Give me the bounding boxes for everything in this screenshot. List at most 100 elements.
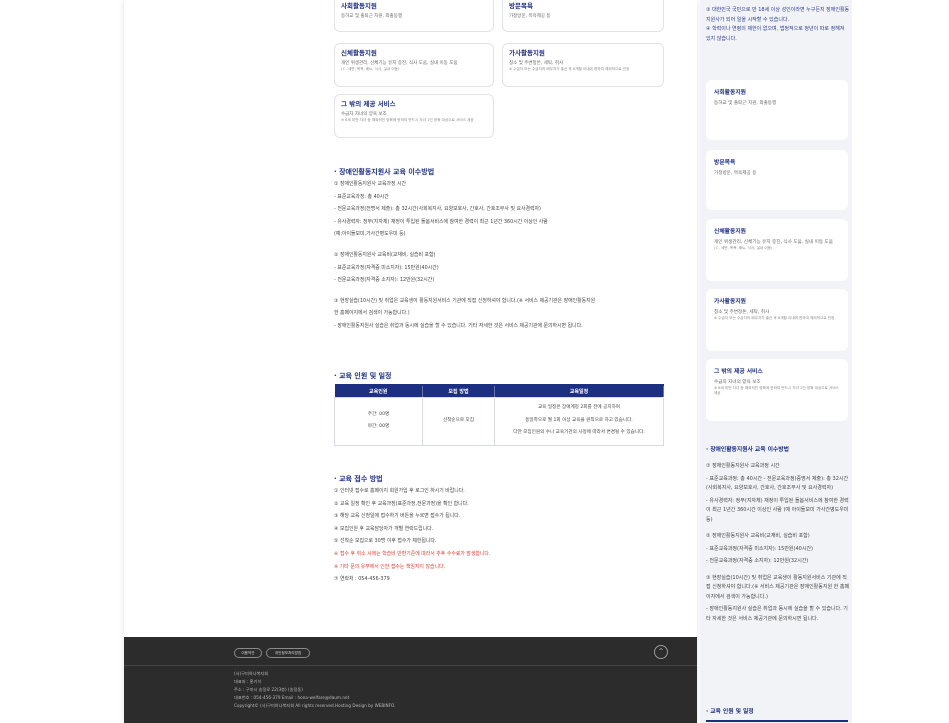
service-card-title: 사회활동지원 bbox=[341, 2, 377, 10]
list-item: (예:아이돌보미,가사간병도우미 등) bbox=[334, 231, 406, 238]
section-title-schedule: · 교육 인원 및 일정 bbox=[334, 372, 392, 380]
service-card-note: ※ 수급자 또는 수급자의 배우자가 출산 후 6개월 이내에 한하여 예외적으… bbox=[509, 67, 630, 71]
schedule-line: 교육 일정은 장애계정 2회를 전에 공지하며 bbox=[537, 405, 621, 411]
service-card-title: 방문목욕 bbox=[714, 160, 736, 166]
list-item: - 전문교육과정(전명서 제출): 총 32시간(사회복지사, 요양보호사, 간… bbox=[334, 206, 541, 213]
site-footer: 이용약관 개인정보처리방침 ^ (사)구미하나복지회 대표자 : 홍기석 주소 … bbox=[124, 637, 697, 723]
table-header: 교육인원 bbox=[334, 385, 423, 397]
service-card-other: 그 밖의 제공 서비스 수급자 자녀의 양육 보조 ※ 6세 미만 자녀 등 예… bbox=[334, 94, 494, 138]
service-card-bath: 방문목욕 가정방문, 목욕제공 등 bbox=[502, 0, 664, 32]
service-card-title: 그 밖의 제공 서비스 bbox=[714, 369, 763, 375]
footer-divider bbox=[124, 665, 697, 666]
table-header-row: 교육인원 모집 방법 교육일정 bbox=[334, 385, 664, 397]
list-item: 한 홈페이지에서 검색이 가능합니다.) bbox=[334, 310, 410, 317]
service-card-note: (ㄷ. 세면, 목욕, 배뇨, 식사, 실내 이동) bbox=[714, 246, 773, 250]
service-card-note: (ㄷ. 세면, 목욕, 배뇨, 식사, 실내 이동) bbox=[341, 67, 400, 71]
service-card-desc: 수급자 자녀의 양육 보조 bbox=[341, 112, 387, 117]
mobile-card-housework: 가사활동지원 청소 및 주변정돈, 세탁, 취사 ※ 수급자 또는 수급자의 배… bbox=[706, 289, 848, 351]
scroll-top-button[interactable]: ^ bbox=[654, 645, 668, 659]
service-card-desc: 수급자 자녀의 양육 보조 bbox=[714, 380, 761, 385]
mobile-intro-line: ④ 학력이나 연령의 제한이 없으며, 법정적으로 정년이 따로 정해져 있지 … bbox=[706, 26, 845, 42]
service-card-title: 신체활동지원 bbox=[714, 229, 746, 235]
list-item: - 표준교육과정: 총 40시간 bbox=[334, 193, 389, 200]
service-card-title: 그 밖의 제공 서비스 bbox=[341, 100, 396, 108]
list-item: - 전문교육과정(자격증 소지자): 12만원(32시간) bbox=[334, 277, 435, 284]
service-card-note: ※ 6세 미만 자녀 등 예외적인 양육에 한하여 반드시 자녀 1인 양육 대… bbox=[714, 386, 839, 395]
mobile-intro-line: ③ 대한민국 국민으로 만 18세 이상 성인이라면 누구든지 장애인활동 지원… bbox=[706, 7, 850, 23]
list-item: ⑥ 접수 후 취소 시에는 학습비 반환기준에 따라서 추후 수수료가 발생합니… bbox=[334, 550, 491, 557]
table-cell-method: 선착순으로 모집 bbox=[422, 396, 495, 446]
service-card-title: 가사활동지원 bbox=[509, 49, 545, 57]
mobile-card-bath: 방문목욕 가정방문, 목욕제공 등 bbox=[706, 150, 848, 210]
list-item: - 표준교육과정(자격증 미소지자): 15만원(40시간) bbox=[334, 264, 439, 271]
footer-address: 주소 : 구미시 송정로 22(3층) (송정동) bbox=[234, 687, 303, 692]
footer-org: (사)구미하나복지회 bbox=[234, 671, 269, 676]
service-card-desc: 개인 위생관리, 신체기능 유지 증진, 식사 도움, 실내 이동 도움 bbox=[714, 240, 833, 245]
service-card-desc: 청소 및 주변정돈, 세탁, 취사 bbox=[509, 61, 564, 66]
list-item: - 표준교육과정(자격증 미소지자): 15만원(40시간) bbox=[706, 545, 813, 552]
service-card-title: 가사활동지원 bbox=[714, 299, 746, 305]
privacy-policy-link[interactable]: 개인정보처리방침 bbox=[266, 648, 310, 658]
mobile-card-physical: 신체활동지원 개인 위생관리, 신체기능 유지 증진, 식사 도움, 실내 이동… bbox=[706, 219, 848, 281]
mobile-table-top-rule bbox=[706, 720, 848, 722]
service-card-desc: 청소 및 주변정돈, 세탁, 취사 bbox=[714, 310, 770, 315]
service-card-social: 사회활동지원 등하교 및 출퇴근 지원, 외출동행 bbox=[334, 0, 494, 32]
list-item: ② 장애인활동지원사 교육비(교재비, 실습비 포함) bbox=[334, 251, 436, 258]
table-header: 모집 방법 bbox=[422, 385, 495, 397]
list-item: - 유사경력자: 정부(지자체) 재정이 투입된 돌봄서비스에 참여한 경력이 … bbox=[334, 218, 548, 225]
list-item: ④ 모집인원 후 교육담당자가 개별 연락드립니다. bbox=[334, 525, 434, 532]
mobile-card-social: 사회활동지원 등하교 및 출퇴근 지원, 외출동행 bbox=[706, 80, 848, 140]
schedule-line: 동일학으로 월 1회 이상 교육을 원칙으로 하고 있습니다. bbox=[525, 417, 633, 423]
service-card-title: 사회활동지원 bbox=[714, 90, 746, 96]
list-item: ③ 현장실습(10시간) 및 취업은 교육생이 활동지원서비스 기관에 직접 신… bbox=[334, 297, 596, 304]
list-item: ① 인터넷 접수로 홈페이지 회원가입 후 로그인 하시기 바랍니다. bbox=[334, 488, 465, 494]
table-row: 주간: 00명 야간: 00명 선착순으로 모집 교육 일정은 장애계정 2회를… bbox=[334, 396, 664, 446]
mobile-section-title-schedule: · 교육 인원 및 일정 bbox=[706, 709, 754, 715]
chevron-up-icon: ^ bbox=[658, 648, 664, 655]
list-item: - 표준교육과정: 총 40시간 - 전문교육과정(증명서 제출): 총 32시… bbox=[706, 475, 849, 492]
list-item: - 유사경력자: 정부(지자체) 재정이 투입된 돌봄서비스에 참여한 경력이 … bbox=[706, 497, 849, 523]
list-item: - 장애인활동지원사 실습은 취업과 동시에 실습을 할 수 있습니다. 기타 … bbox=[334, 322, 583, 329]
service-card-desc: 등하교 및 출퇴근 지원, 외출동행 bbox=[341, 14, 402, 19]
mobile-intro: ③ 대한민국 국민으로 만 18세 이상 성인이라면 누구든지 장애인활동 지원… bbox=[706, 6, 850, 44]
service-card-physical: 신체활동지원 개인 위생관리, 신체기능 유지 증진, 식사 도움, 실내 이동… bbox=[334, 43, 494, 87]
table-cell-schedule: 교육 일정은 장애계정 2회를 전에 공지하며 동일학으로 월 1회 이상 교육… bbox=[494, 396, 664, 446]
capacity-day: 주간: 00명 bbox=[367, 412, 390, 417]
table-header: 교육일정 bbox=[494, 385, 664, 397]
mobile-card-other: 그 밖의 제공 서비스 수급자 자녀의 양육 보조 ※ 6세 미만 자녀 등 예… bbox=[706, 359, 848, 421]
footer-ceo: 대표자 : 홍기석 bbox=[234, 679, 262, 684]
service-card-note: ※ 수급자 또는 수급자의 배우자가 출산 후 6개월 이내에 한하여 예외적으… bbox=[714, 316, 835, 320]
footer-info: (사)구미하나복지회 대표자 : 홍기석 주소 : 구미시 송정로 22(3층)… bbox=[234, 670, 396, 710]
section-title-reception: · 교육 접수 방법 bbox=[334, 475, 383, 483]
capacity-night: 야간: 00명 bbox=[367, 424, 390, 429]
list-item: ※ 기타 문의 유무에서 인한 접수는 책임지지 않습니다. bbox=[334, 563, 446, 570]
service-card-desc: 가정방문, 목욕제공 등 bbox=[714, 171, 757, 176]
list-item: ② 장애인활동지원사 교육비(교재비, 실습비 포함) bbox=[706, 533, 810, 539]
list-item: ③ 현장실습(10시간) 및 취업은 교육생이 활동지원서비스 기관에 직접 신… bbox=[706, 574, 850, 600]
footer-contact: 대표번호 : 054-456-379 Email : hona-welfare@… bbox=[234, 695, 350, 700]
service-card-title: 신체활동지원 bbox=[341, 49, 377, 57]
mobile-preview: ③ 대한민국 국민으로 만 18세 이상 성인이라면 누구든지 장애인활동 지원… bbox=[700, 0, 852, 723]
service-card-note: ※ 6세 미만 자녀 등 예외적인 양육에 한하여 반드시 자녀 1인 양육 대… bbox=[341, 118, 474, 122]
footer-copyright: Copyright© (사)구미하나복지회 All rights reserve… bbox=[234, 703, 396, 708]
service-card-desc: 등하교 및 출퇴근 지원, 외출동행 bbox=[714, 101, 777, 106]
training-list: ① 장애인활동지원사 교육과정 시간 - 표준교육과정: 총 40시간 - 전문교육… bbox=[334, 178, 674, 333]
table-cell-capacity: 주간: 00명 야간: 00명 bbox=[334, 396, 423, 446]
service-card-desc: 개인 위생관리, 신체기능 유지 증진, 식사 도움, 실내 이동 도움 bbox=[341, 61, 458, 66]
list-item: ② 교육 일정 확인 후 교육과정(표준과정,전문과정)을 확인 합니다. bbox=[334, 500, 469, 507]
service-card-desc: 가정방문, 목욕제공 등 bbox=[509, 14, 551, 19]
list-item: ① 장애인활동지원사 교육과정 시간 bbox=[706, 463, 780, 469]
reception-list: ① 인터넷 접수로 홈페이지 회원가입 후 로그인 하시기 바랍니다. ② 교육 … bbox=[334, 485, 674, 586]
section-title-training: · 장애인활동지원사 교육 이수방법 bbox=[334, 168, 435, 176]
service-card-housework: 가사활동지원 청소 및 주변정돈, 세탁, 취사 ※ 수급자 또는 수급자의 배… bbox=[502, 43, 664, 87]
schedule-line: 다만 모집인원의 수나 교육기관의 사정에 따라서 변경될 수 있습니다. bbox=[513, 430, 645, 436]
mobile-section-title-training: · 장애인활동지원사 교육 이수방법 bbox=[706, 447, 789, 453]
terms-link[interactable]: 이용약관 bbox=[234, 648, 262, 658]
list-item: - 장애인활동지원사 실습은 취업과 동시에 실습을 할 수 있습니다. 기타 … bbox=[706, 606, 848, 622]
list-item: ⑤ 선착순 모집으로 30명 이후 접수가 제한됩니다. bbox=[334, 538, 437, 545]
list-item: - 전문교육과정(자격증 소지자): 12만원(32시간) bbox=[706, 558, 809, 564]
mobile-training-list: ① 장애인활동지원사 교육과정 시간 - 표준교육과정: 총 40시간 - 전문교… bbox=[706, 462, 850, 627]
list-item: ③ 해당 교육 신청일에 접수하기 버튼을 누르면 접수가 됩니다. bbox=[334, 513, 461, 520]
list-item: ① 장애인활동지원사 교육과정 시간 bbox=[334, 181, 407, 187]
desktop-page: 사회활동지원 등하교 및 출퇴근 지원, 외출동행 방문목욕 가정방문, 목욕제… bbox=[124, 0, 697, 723]
